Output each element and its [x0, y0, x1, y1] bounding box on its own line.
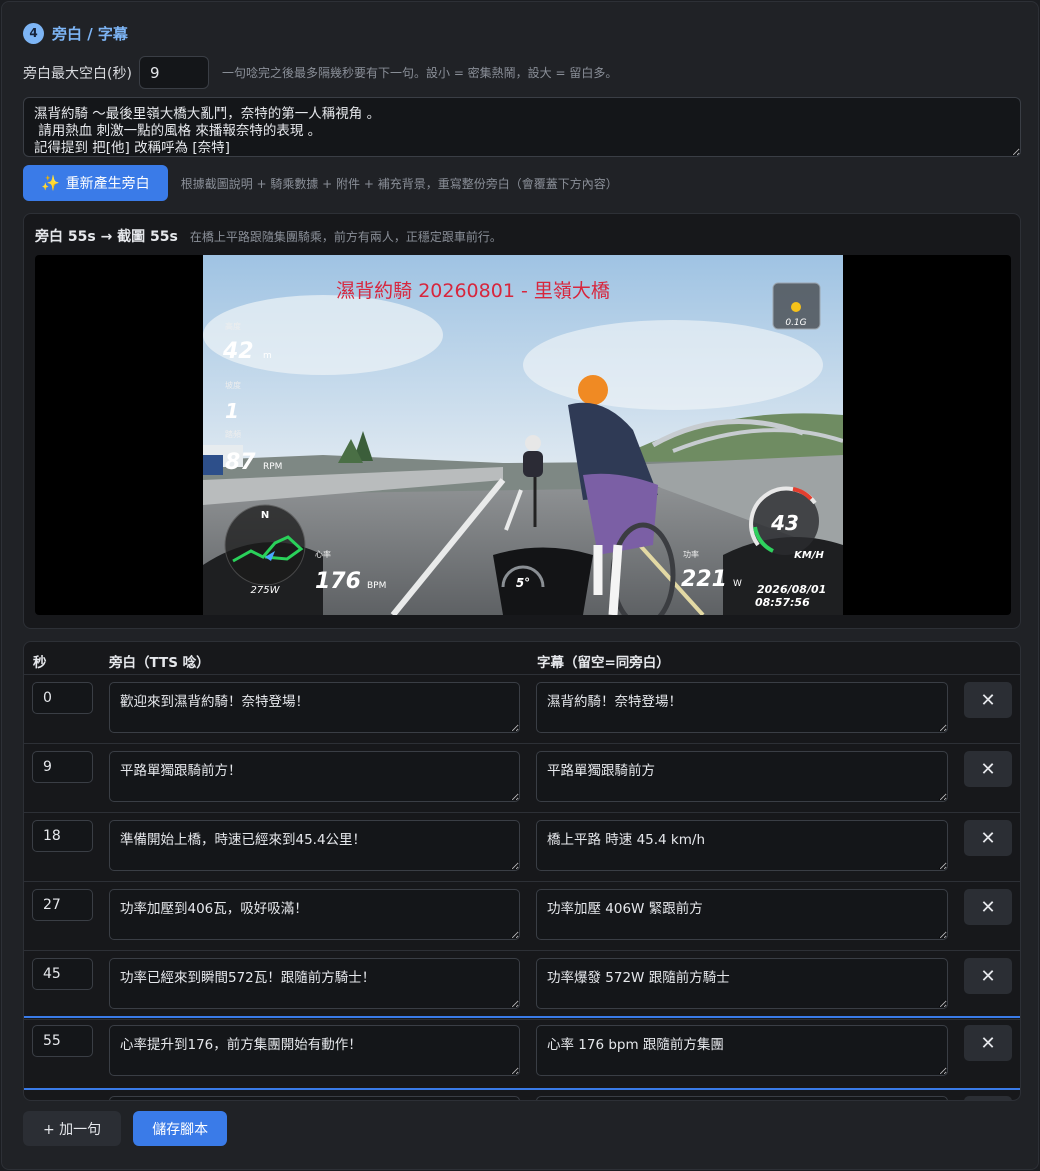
overlay-power-label: 功率 — [683, 549, 699, 559]
close-icon: ✕ — [980, 758, 996, 779]
row-narration-textarea[interactable]: 心率提升到176，前方集團開始有動作！ — [109, 1025, 520, 1076]
delete-row-button[interactable]: ✕ — [964, 751, 1012, 787]
regenerate-hint: 根據截圖說明 + 騎乘數據 + 附件 + 補充背景，重寫整份旁白（會覆蓋下方內容… — [180, 176, 618, 191]
overlay-m2-value: 1 — [225, 399, 239, 423]
overlay-hr-unit: BPM — [367, 581, 386, 591]
overlay-m1-label: 高度 — [225, 321, 241, 331]
max-gap-label: 旁白最大空白(秒) — [23, 65, 132, 82]
row-subtitle-textarea[interactable]: 功率爆發 572W 跟隨前方騎士 — [536, 958, 948, 1009]
overlay-date: 2026/08/01 — [757, 583, 826, 596]
preview-header: 旁白 55s → 截圖 55s 在橋上平路跟隨集團騎乘，前方有兩人，正穩定跟車前… — [35, 226, 502, 246]
overlay-m1-unit: m — [263, 351, 272, 361]
add-line-button[interactable]: + 加一句 — [23, 1111, 122, 1146]
close-icon: ✕ — [980, 896, 996, 917]
overlay-speed-value: 43 — [770, 511, 799, 535]
regenerate-row: ✨ 重新產生旁白 根據截圖說明 + 騎乘數據 + 附件 + 補充背景，重寫整份旁… — [23, 165, 618, 201]
gforce-dot — [791, 302, 801, 312]
ride-video-frame: 濕背約騎 20260801 - 里嶺大橋 0.1G 高度 42 m 坡度 1 踏… — [203, 255, 843, 615]
delete-row-button[interactable]: ✕ — [964, 1025, 1012, 1061]
row-subtitle-partial — [536, 1096, 948, 1100]
header-narration: 旁白（TTS 唸） — [109, 655, 210, 671]
row-narration-textarea[interactable]: 功率加壓到406瓦，吸好吸滿！ — [109, 889, 520, 940]
delete-row-button[interactable]: ✕ — [964, 682, 1012, 718]
overlay-m2-label: 坡度 — [225, 380, 241, 390]
row-subtitle-textarea[interactable]: 心率 176 bpm 跟隨前方集團 — [536, 1025, 948, 1076]
row-subtitle-textarea[interactable]: 濕背約騎！奈特登場！ — [536, 682, 948, 733]
row-sec-input[interactable] — [32, 889, 93, 921]
regenerate-narration-button[interactable]: ✨ 重新產生旁白 — [23, 165, 168, 201]
row-narration-textarea[interactable]: 功率已經來到瞬間572瓦！跟隨前方騎士！ — [109, 958, 520, 1009]
row-subtitle-textarea[interactable]: 橋上平路 時速 45.4 km/h — [536, 820, 948, 871]
overlay-speed-unit: KM/H — [794, 550, 824, 561]
row-subtitle-textarea[interactable]: 平路單獨跟騎前方 — [536, 751, 948, 802]
table-row-active: 心率提升到176，前方集團開始有動作！ 心率 176 bpm 跟隨前方集團 ✕ — [24, 1016, 1020, 1090]
overlay-time: 08:57:56 — [755, 596, 810, 609]
overlay-hr-label: 心率 — [315, 549, 331, 559]
overlay-m1-value: 42 — [222, 339, 254, 364]
delete-row-button[interactable]: ✕ — [964, 820, 1012, 856]
row-sec-input[interactable] — [32, 682, 93, 714]
row-narration-textarea[interactable]: 平路單獨跟騎前方！ — [109, 751, 520, 802]
footer-actions: + 加一句 儲存腳本 — [23, 1111, 228, 1146]
screenshot-frame: 濕背約騎 20260801 - 里嶺大橋 0.1G 高度 42 m 坡度 1 踏… — [35, 255, 1011, 615]
save-script-button[interactable]: 儲存腳本 — [133, 1111, 228, 1146]
table-row: 功率已經來到瞬間572瓦！跟隨前方騎士！ 功率爆發 572W 跟隨前方騎士 ✕ — [24, 951, 1020, 1020]
row-sec-input[interactable] — [32, 751, 93, 783]
table-row-partial — [24, 1090, 1020, 1100]
step-badge: 4 — [23, 22, 44, 44]
table-header: 秒 旁白（TTS 唸） 字幕（留空=同旁白） — [24, 642, 1020, 675]
row-sec-input[interactable] — [32, 1025, 93, 1057]
overlay-power-unit: W — [733, 579, 742, 589]
table-row: 歡迎來到濕背約騎！奈特登場！ 濕背約騎！奈特登場！ ✕ — [24, 675, 1020, 744]
table-row: 平路單獨跟騎前方！ 平路單獨跟騎前方 ✕ — [24, 744, 1020, 813]
overlay-power-value: 221 — [681, 567, 727, 592]
row-narration-partial — [109, 1096, 520, 1100]
max-gap-input[interactable] — [139, 56, 209, 89]
close-icon: ✕ — [980, 689, 996, 710]
overlay-m3-label: 踏頻 — [225, 429, 241, 439]
overlay-video-title: 濕背約騎 20260801 - 里嶺大橋 — [336, 280, 610, 302]
overlay-m3-unit: RPM — [263, 462, 282, 472]
delete-row-button[interactable]: ✕ — [964, 958, 1012, 994]
overlay-compass: N — [261, 510, 269, 521]
delete-row-partial — [964, 1096, 1012, 1100]
table-row: 功率加壓到406瓦，吸好吸滿！ 功率加壓 406W 緊跟前方 ✕ — [24, 882, 1020, 951]
close-icon: ✕ — [980, 1032, 996, 1053]
delete-row-button[interactable]: ✕ — [964, 889, 1012, 925]
header-subtitle: 字幕（留空=同旁白） — [537, 655, 670, 671]
close-icon: ✕ — [980, 965, 996, 986]
sparkle-icon: ✨ — [41, 174, 60, 192]
regenerate-label: 重新產生旁白 — [65, 176, 150, 192]
preview-title: 旁白 55s → 截圖 55s — [35, 229, 178, 245]
row-sec-input[interactable] — [32, 958, 93, 990]
row-narration-textarea[interactable]: 歡迎來到濕背約騎！奈特登場！ — [109, 682, 520, 733]
row-sec-input[interactable] — [32, 820, 93, 852]
overlay-m3-value: 87 — [225, 450, 256, 475]
section-title: 4 旁白 / 字幕 — [23, 22, 128, 44]
screenshot-preview-card: 旁白 55s → 截圖 55s 在橋上平路跟隨集團騎乘，前方有兩人，正穩定跟車前… — [23, 213, 1021, 629]
overlay-temp: 5° — [516, 576, 530, 590]
narration-panel: 4 旁白 / 字幕 旁白最大空白(秒) 一句唸完之後最多隔幾秒要有下一句。設小 … — [1, 1, 1039, 1170]
max-gap-row: 旁白最大空白(秒) 一句唸完之後最多隔幾秒要有下一句。設小 = 密集熱鬧，設大 … — [23, 56, 617, 89]
overlay-gforce: 0.1G — [785, 318, 806, 328]
close-icon: ✕ — [980, 827, 996, 848]
max-gap-hint: 一句唸完之後最多隔幾秒要有下一句。設小 = 密集熱鬧，設大 = 留白多。 — [222, 66, 618, 80]
overlay-power-small: 275W — [251, 585, 281, 596]
row-narration-textarea[interactable]: 準備開始上橋，時速已經來到45.4公里！ — [109, 820, 520, 871]
row-subtitle-textarea[interactable]: 功率加壓 406W 緊跟前方 — [536, 889, 948, 940]
narration-table: 秒 旁白（TTS 唸） 字幕（留空=同旁白） 歡迎來到濕背約騎！奈特登場！ 濕背… — [23, 641, 1021, 1101]
section-title-text: 旁白 / 字幕 — [52, 24, 128, 43]
background-prompt-textarea[interactable]: 濕背約騎 ～最後里嶺大橋大亂鬥，奈特的第一人稱視角 。 請用熱血 刺激一點的風格… — [23, 97, 1021, 157]
table-row: 準備開始上橋，時速已經來到45.4公里！ 橋上平路 時速 45.4 km/h ✕ — [24, 813, 1020, 882]
header-sec: 秒 — [33, 655, 47, 671]
overlay-hr-value: 176 — [315, 569, 361, 594]
preview-description: 在橋上平路跟隨集團騎乘，前方有兩人，正穩定跟車前行。 — [189, 230, 502, 244]
